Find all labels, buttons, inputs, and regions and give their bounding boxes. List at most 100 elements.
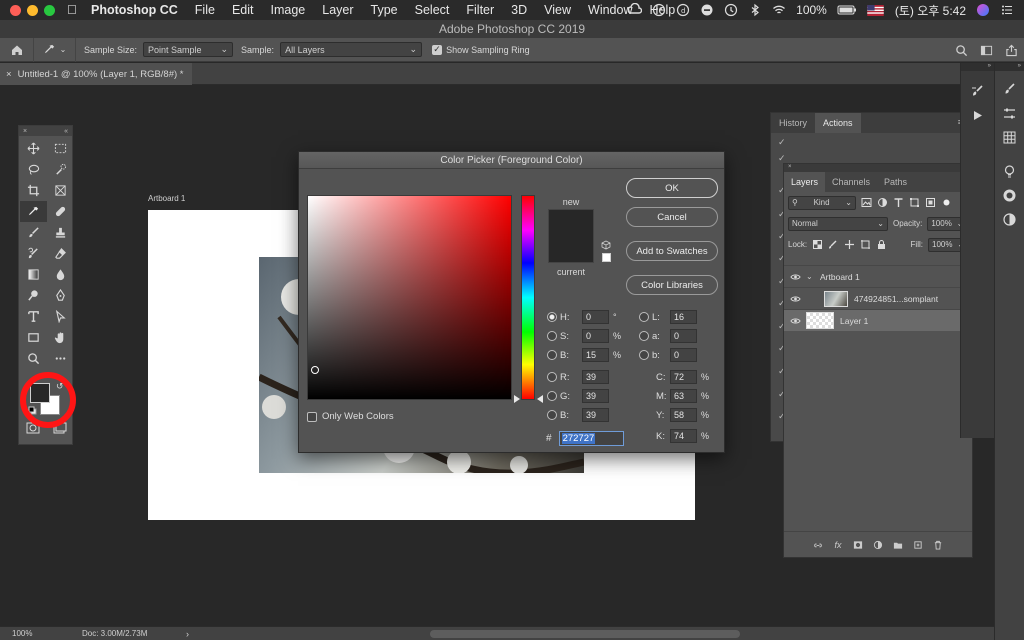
artboard-label[interactable]: Artboard 1 [148,194,185,203]
zoom-window-button[interactable] [44,4,55,16]
sample-size-select[interactable]: Point Sample ⌄ [143,42,234,57]
learn-panel-button[interactable] [997,161,1023,181]
grid-panel-button[interactable] [997,127,1023,147]
hex-input[interactable]: 272727 [558,431,624,446]
siri-icon[interactable] [976,3,990,17]
battery-icon[interactable] [837,3,857,17]
trash-icon[interactable] [933,539,944,550]
tab-layers[interactable]: Layers [784,172,826,192]
history-brush-tool[interactable] [20,243,47,264]
saturation-input[interactable]: 0 [582,329,609,343]
menu-3d[interactable]: 3D [511,3,527,17]
doc-info[interactable]: Doc: 3.00M/2.73M [82,629,147,638]
adjustment-filter-icon[interactable] [877,197,888,208]
edit-toolbar-button[interactable] [47,348,74,369]
creative-cloud-icon[interactable] [628,3,643,17]
hue-slider-handle-right[interactable] [537,395,543,403]
close-tab-icon[interactable]: × [6,69,12,80]
eye-icon[interactable] [784,273,806,281]
menu-filter[interactable]: Filter [466,3,494,17]
quick-selection-tool[interactable] [47,159,74,180]
new-layer-icon[interactable] [913,539,924,550]
menu-view[interactable]: View [544,3,571,17]
apple-menu-icon[interactable]:  [67,3,81,17]
collapse-panel-icon[interactable]: « [64,128,68,135]
dodge-tool[interactable] [20,285,47,306]
wifi-icon[interactable] [772,3,786,17]
menu-file[interactable]: File [195,3,215,17]
gradient-tool[interactable] [20,264,47,285]
hue-slider[interactable] [521,195,535,400]
color-field[interactable] [307,195,512,400]
lightness-radio[interactable] [639,312,649,322]
a-channel-radio[interactable] [639,331,649,341]
document-tab[interactable]: × Untitled-1 @ 100% (Layer 1, RGB/8#) * [0,63,192,85]
ghost-icon[interactable] [652,3,666,17]
menu-image[interactable]: Image [271,3,306,17]
type-tool[interactable] [20,306,47,327]
pen-tool[interactable] [47,285,74,306]
lock-pixels-icon[interactable] [828,239,839,250]
layer-filter-select[interactable]: ⚲ Kind ⌄ [788,195,856,210]
add-to-swatches-button[interactable]: Add to Swatches [626,241,718,261]
libraries-panel-button[interactable] [997,185,1023,205]
smart-object-filter-icon[interactable] [925,197,936,208]
adjustment-layer-icon[interactable] [873,539,884,550]
cyan-input[interactable]: 72 [670,370,697,384]
eyedropper-tool[interactable] [20,201,47,222]
collapse-dock-icon[interactable]: » [961,63,994,71]
lock-all-icon[interactable] [876,239,887,250]
lightness-input[interactable]: 16 [670,310,697,324]
close-panel-icon[interactable]: × [788,164,792,172]
crop-tool[interactable] [20,180,47,201]
blue-input[interactable]: 39 [582,408,609,422]
notification-center-icon[interactable] [1000,3,1014,17]
hand-tool[interactable] [47,327,74,348]
history-panel-button[interactable] [965,81,991,101]
horizontal-scrollbar[interactable] [430,630,740,638]
red-input[interactable]: 39 [582,370,609,384]
yellow-input[interactable]: 58 [670,408,697,422]
cancel-button[interactable]: Cancel [626,207,718,227]
link-layers-icon[interactable] [813,539,824,550]
hue-slider-handle-left[interactable] [514,395,520,403]
clone-stamp-tool[interactable] [47,222,74,243]
marquee-tool[interactable] [47,138,74,159]
bluetooth-icon[interactable] [748,3,762,17]
blue-radio[interactable] [547,410,557,420]
tool-preset-picker[interactable]: ⌄ [34,37,76,62]
hue-radio[interactable] [547,312,557,322]
type-filter-icon[interactable] [893,197,904,208]
us-flag-icon[interactable] [867,3,885,17]
new-group-icon[interactable] [893,539,904,550]
brightness-radio[interactable] [547,350,557,360]
move-tool[interactable] [20,138,47,159]
fx-icon[interactable]: fx [833,539,844,550]
minimize-window-button[interactable] [27,4,38,16]
lock-position-icon[interactable] [844,239,855,250]
brush-tool[interactable] [20,222,47,243]
b-channel-input[interactable]: 0 [670,348,697,362]
menu-window[interactable]: Window [588,3,632,17]
lasso-tool[interactable] [20,159,47,180]
time-machine-icon[interactable] [724,3,738,17]
lock-transparent-icon[interactable] [812,239,823,250]
menu-edit[interactable]: Edit [232,3,254,17]
workspace-icon[interactable] [980,44,993,57]
layer-row-layer-1[interactable]: Layer 1 [784,309,972,331]
filter-toggle-icon[interactable] [941,197,952,208]
rectangle-tool[interactable] [20,327,47,348]
menu-select[interactable]: Select [415,3,450,17]
blend-mode-select[interactable]: Normal ⌄ [788,216,888,231]
only-web-colors-checkbox[interactable] [307,411,317,422]
layer-row-artboard[interactable]: ⌄ Artboard 1 [784,265,972,287]
saturation-radio[interactable] [547,331,557,341]
green-input[interactable]: 39 [582,389,609,403]
b-channel-radio[interactable] [639,350,649,360]
zoom-level[interactable]: 100% [12,629,74,638]
black-input[interactable]: 74 [670,429,697,443]
lock-artboard-icon[interactable] [860,239,871,250]
menu-app-name[interactable]: Photoshop CC [91,3,178,17]
tab-paths[interactable]: Paths [877,172,914,192]
actions-panel-button[interactable] [965,105,991,125]
